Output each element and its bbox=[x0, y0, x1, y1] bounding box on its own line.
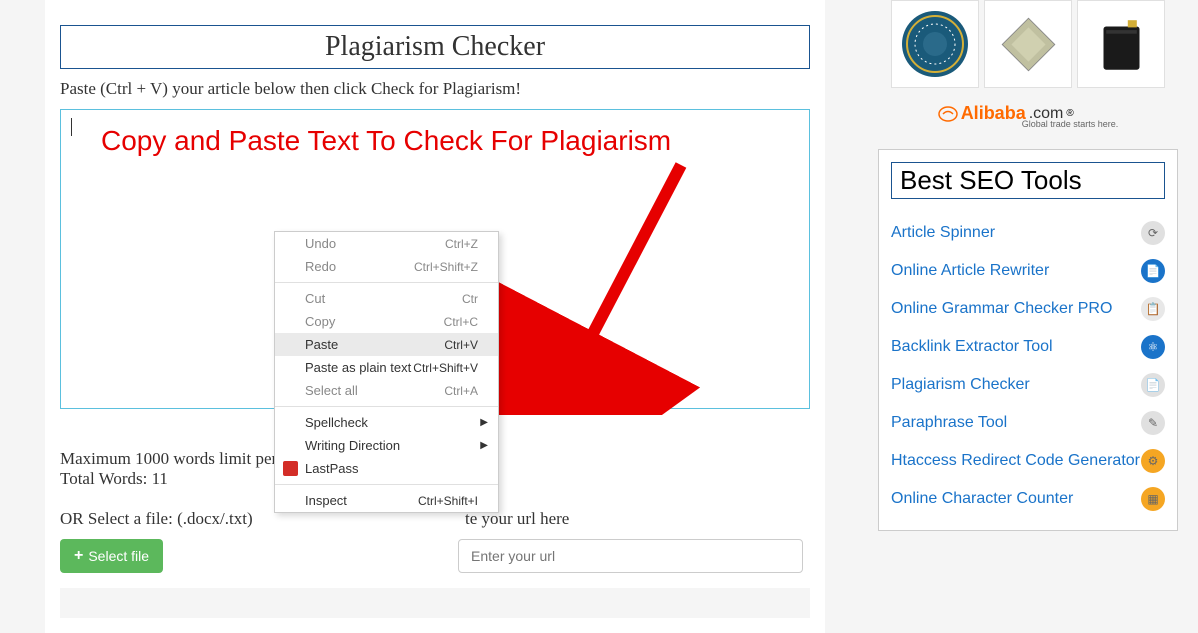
menu-label: Writing Direction bbox=[305, 438, 400, 453]
menu-shortcut: Ctrl+Shift+Z bbox=[414, 260, 478, 274]
menu-shortcut: Ctrl+Shift+I bbox=[418, 494, 478, 508]
menu-item-redo: Redo Ctrl+Shift+Z bbox=[275, 255, 498, 278]
menu-item-paste[interactable]: Paste Ctrl+V bbox=[275, 333, 498, 356]
menu-item-copy: Copy Ctrl+C bbox=[275, 310, 498, 333]
lastpass-icon bbox=[283, 461, 298, 476]
menu-shortcut: Ctrl+C bbox=[444, 315, 478, 329]
menu-label: Spellcheck bbox=[305, 415, 368, 430]
product-thumb-1[interactable] bbox=[891, 0, 979, 88]
tool-icon: ⚛ bbox=[1141, 335, 1165, 359]
menu-item-cut: Cut Ctr bbox=[275, 287, 498, 310]
menu-label: Paste as plain text bbox=[305, 360, 411, 375]
context-menu: Undo Ctrl+Z Redo Ctrl+Shift+Z Cut Ctr Copy Ctrl… bbox=[274, 231, 499, 513]
alibaba-brand: Alibaba bbox=[961, 103, 1026, 124]
menu-item-lastpass[interactable]: LastPass bbox=[275, 457, 498, 480]
seo-tools-box: Best SEO Tools Article Spinner ⟳ Online Ar… bbox=[878, 149, 1178, 531]
menu-divider bbox=[275, 282, 498, 283]
menu-item-paste-as-plain-text[interactable]: Paste as plain textCtrl+Shift+V bbox=[275, 356, 498, 379]
menu-item-spellcheck[interactable]: Spellcheck ▶ bbox=[275, 411, 498, 434]
select-file-button[interactable]: + Select file bbox=[60, 539, 163, 573]
menu-shortcut: Ctrl+Z bbox=[445, 237, 478, 251]
menu-shortcut: Ctr bbox=[462, 292, 478, 306]
text-cursor bbox=[71, 118, 72, 136]
instruction-text: Paste (Ctrl + V) your article below then… bbox=[60, 79, 810, 99]
tool-icon: ⟳ bbox=[1141, 221, 1165, 245]
menu-label: Cut bbox=[305, 291, 325, 306]
tool-name: Paraphrase Tool bbox=[891, 414, 1007, 432]
file-select-label: OR Select a file: (.docx/.txt) bbox=[60, 509, 253, 528]
seo-tool-online-grammar-checker-pro[interactable]: Online Grammar Checker PRO 📋 bbox=[891, 290, 1165, 328]
tool-icon: ⚙ bbox=[1141, 449, 1165, 473]
tool-icon: 📄 bbox=[1141, 373, 1165, 397]
menu-shortcut: Ctrl+A bbox=[444, 384, 478, 398]
select-file-label: Select file bbox=[88, 548, 149, 564]
title-box: Plagiarism Checker bbox=[60, 25, 810, 69]
menu-label: Redo bbox=[305, 259, 336, 274]
tool-name: Plagiarism Checker bbox=[891, 376, 1030, 394]
alibaba-logo[interactable]: Alibaba.com® Global trade starts here. bbox=[878, 98, 1178, 129]
menu-label: Paste bbox=[305, 337, 338, 352]
tool-name: Htaccess Redirect Code Generator bbox=[891, 452, 1140, 470]
tool-name: Online Grammar Checker PRO bbox=[891, 300, 1112, 318]
tool-icon: 📋 bbox=[1141, 297, 1165, 321]
menu-label: Inspect bbox=[305, 493, 347, 508]
alibaba-tagline: Global trade starts here. bbox=[1022, 120, 1119, 129]
menu-item-undo: Undo Ctrl+Z bbox=[275, 232, 498, 255]
seo-tool-online-article-rewriter[interactable]: Online Article Rewriter 📄 bbox=[891, 252, 1165, 290]
menu-item-inspect[interactable]: Inspect Ctrl+Shift+I bbox=[275, 489, 498, 512]
menu-label: Copy bbox=[305, 314, 335, 329]
tool-icon: ▦ bbox=[1141, 487, 1165, 511]
sidebar: Alibaba.com® Global trade starts here. B… bbox=[878, 0, 1178, 531]
tool-name: Online Character Counter bbox=[891, 490, 1073, 508]
seo-tool-htaccess-redirect-code-generator[interactable]: Htaccess Redirect Code Generator⚙ bbox=[891, 442, 1165, 480]
page-title: Plagiarism Checker bbox=[61, 31, 809, 63]
seo-tool-paraphrase-tool[interactable]: Paraphrase Tool ✎ bbox=[891, 404, 1165, 442]
menu-label: Undo bbox=[305, 236, 336, 251]
menu-label: Select all bbox=[305, 383, 358, 398]
product-thumbnails bbox=[878, 0, 1178, 88]
menu-item-select-all: Select all Ctrl+A bbox=[275, 379, 498, 402]
url-input[interactable] bbox=[458, 539, 803, 573]
product-thumb-3[interactable] bbox=[1077, 0, 1165, 88]
tool-icon: 📄 bbox=[1141, 259, 1165, 283]
menu-shortcut: Ctrl+V bbox=[444, 338, 478, 352]
seo-tool-article-spinner[interactable]: Article Spinner ⟳ bbox=[891, 214, 1165, 252]
seo-tool-online-character-counter[interactable]: Online Character Counter ▦ bbox=[891, 480, 1165, 518]
tool-name: Online Article Rewriter bbox=[891, 262, 1049, 280]
plus-icon: + bbox=[74, 547, 83, 565]
menu-item-writing-direction[interactable]: Writing Direction ▶ bbox=[275, 434, 498, 457]
bottom-bar bbox=[60, 588, 810, 618]
menu-label: LastPass bbox=[305, 461, 358, 476]
tool-icon: ✎ bbox=[1141, 411, 1165, 435]
tool-name: Article Spinner bbox=[891, 224, 995, 242]
seo-tool-plagiarism-checker[interactable]: Plagiarism Checker 📄 bbox=[891, 366, 1165, 404]
menu-divider bbox=[275, 484, 498, 485]
tool-name: Backlink Extractor Tool bbox=[891, 338, 1053, 356]
menu-shortcut: Ctrl+Shift+V bbox=[413, 361, 478, 375]
seo-title: Best SEO Tools bbox=[891, 162, 1165, 199]
submenu-arrow-icon: ▶ bbox=[480, 417, 488, 428]
seo-tool-backlink-extractor-tool[interactable]: Backlink Extractor Tool ⚛ bbox=[891, 328, 1165, 366]
menu-divider bbox=[275, 406, 498, 407]
product-thumb-2[interactable] bbox=[984, 0, 1072, 88]
submenu-arrow-icon: ▶ bbox=[480, 440, 488, 451]
